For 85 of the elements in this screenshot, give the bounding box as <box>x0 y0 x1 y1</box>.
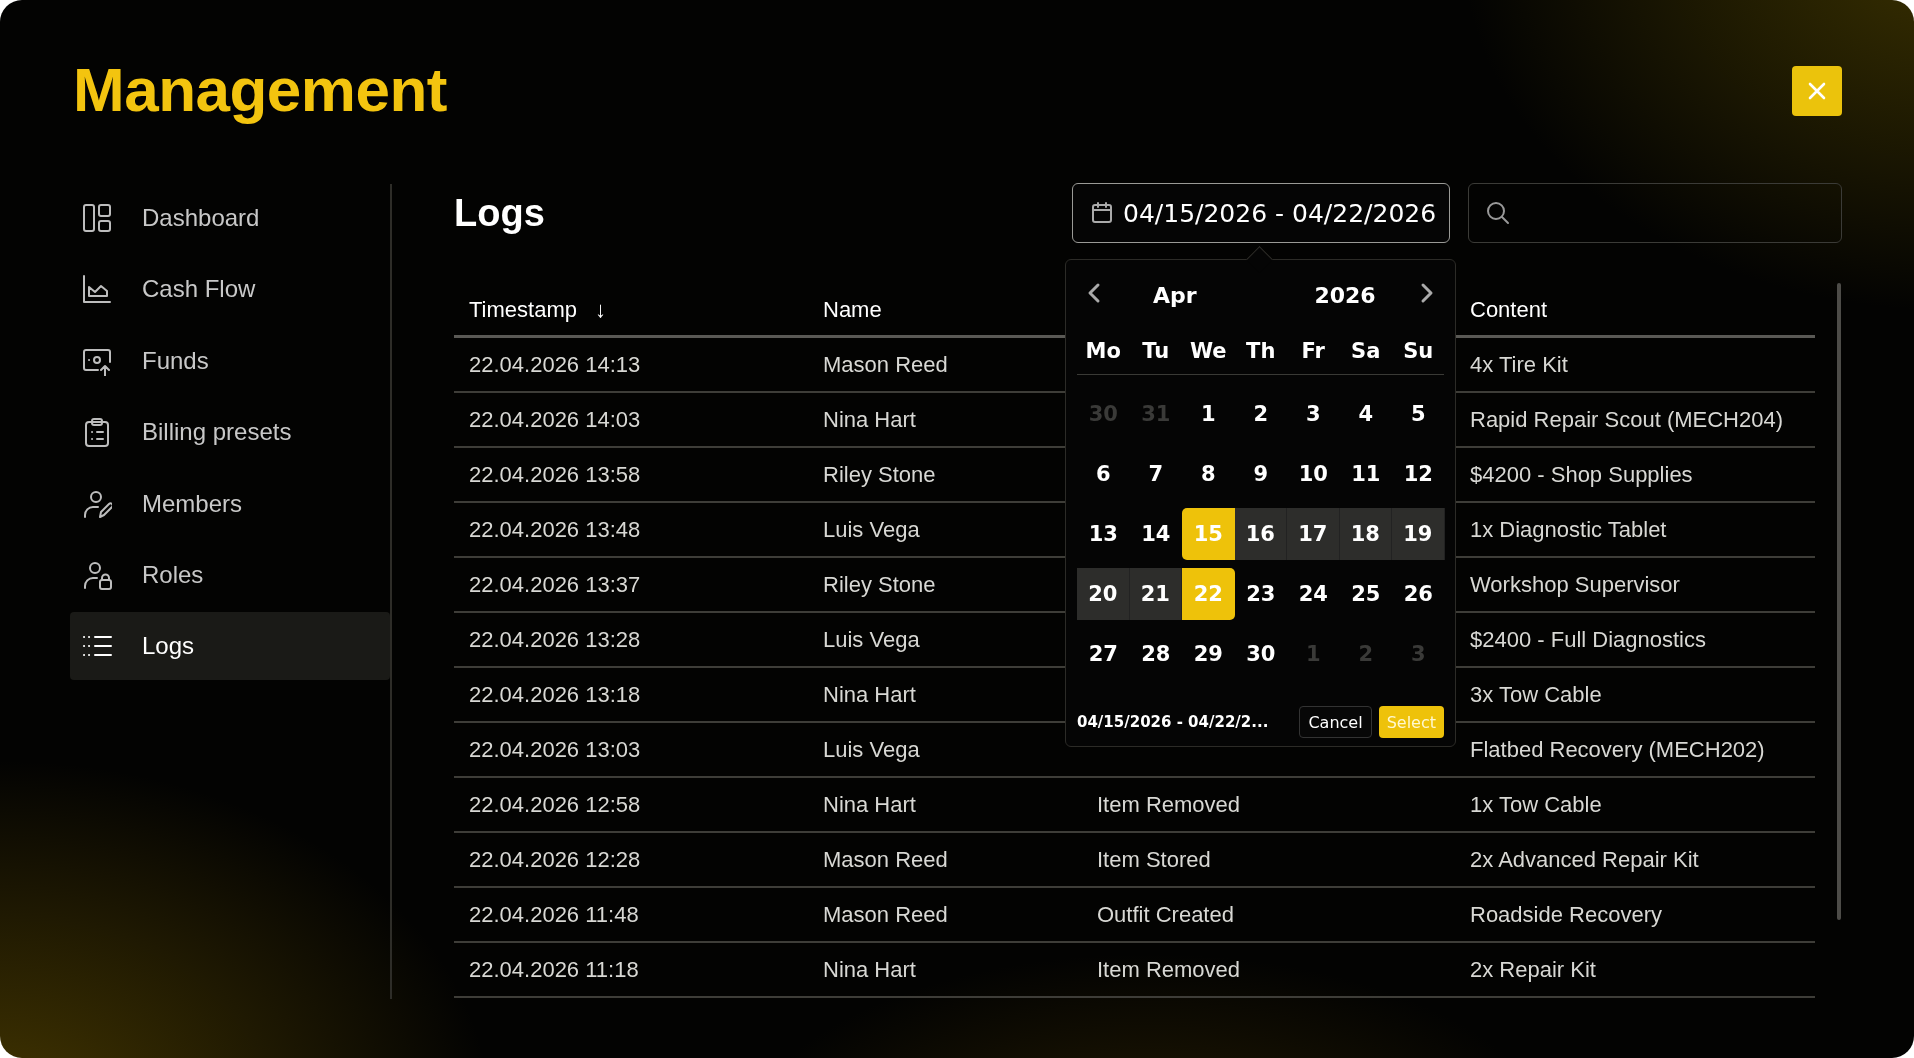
chevron-right-icon <box>1420 281 1434 304</box>
year-label[interactable]: 2026 <box>1275 282 1415 308</box>
table-cell: Outfit Created <box>1082 887 1455 942</box>
user-edit-icon <box>82 488 112 519</box>
table-cell: 22.04.2026 14:03 <box>454 392 808 447</box>
table-cell: 1x Tow Cable <box>1455 777 1815 832</box>
user-lock-icon <box>82 559 112 590</box>
calendar-day[interactable]: 10 <box>1287 448 1340 500</box>
table-cell: 22.04.2026 13:48 <box>454 502 808 557</box>
month-label[interactable]: Apr <box>1153 282 1273 308</box>
search-icon <box>1485 200 1511 226</box>
calendar-day[interactable]: 3 <box>1287 388 1340 440</box>
calendar-day[interactable]: 12 <box>1392 448 1445 500</box>
chart-icon <box>82 274 112 305</box>
clipboard-icon <box>82 417 112 448</box>
table-cell: Item Removed <box>1082 777 1455 832</box>
weekday-label: Th <box>1246 339 1276 363</box>
table-cell: 22.04.2026 14:13 <box>454 336 808 392</box>
calendar-day[interactable]: 17 <box>1287 508 1340 560</box>
table-cell: 22.04.2026 12:58 <box>454 777 808 832</box>
table-cell: Nina Hart <box>808 777 1082 832</box>
table-cell: Roadside Recovery <box>1455 887 1815 942</box>
weekday-label: Fr <box>1301 339 1325 363</box>
column-header[interactable]: Name <box>823 297 882 322</box>
calendar-day[interactable]: 19 <box>1392 508 1445 560</box>
table-cell: Mason Reed <box>808 887 1082 942</box>
table-cell: 22.04.2026 13:37 <box>454 557 808 612</box>
sidebar-item[interactable]: Funds <box>70 326 390 395</box>
table-cell: 2x Advanced Repair Kit <box>1455 832 1815 887</box>
sidebar-item[interactable]: Billing presets <box>70 398 390 467</box>
search-field[interactable] <box>1468 183 1842 243</box>
app-title: Management <box>73 54 447 126</box>
layout-icon <box>82 203 112 233</box>
page-heading: Logs <box>454 191 546 235</box>
calendar-day[interactable]: 20 <box>1077 568 1130 620</box>
weekday-label: Tu <box>1142 339 1170 363</box>
calendar-day[interactable]: 28 <box>1129 628 1182 680</box>
calendar-day[interactable]: 16 <box>1234 508 1287 560</box>
calendar-day[interactable]: 5 <box>1392 388 1445 440</box>
weekday-label: We <box>1189 339 1227 363</box>
close-icon <box>1806 80 1828 102</box>
calendar-day[interactable]: 21 <box>1129 568 1182 620</box>
table-cell: 22.04.2026 12:28 <box>454 832 808 887</box>
weekday-label: Mo <box>1085 339 1121 363</box>
table-cell: Mason Reed <box>808 832 1082 887</box>
calendar-day[interactable]: 7 <box>1129 448 1182 500</box>
table-cell: 22.04.2026 11:18 <box>454 942 808 997</box>
calendar-day[interactable]: 29 <box>1182 628 1235 680</box>
calendar-day[interactable]: 4 <box>1339 388 1392 440</box>
calendar-day[interactable]: 11 <box>1339 448 1392 500</box>
close-button[interactable] <box>1792 66 1842 116</box>
cancel-button[interactable]: Cancel <box>1299 706 1372 738</box>
sidebar-item[interactable]: Dashboard <box>70 184 390 252</box>
scrollbar[interactable] <box>1837 283 1841 920</box>
sidebar-item[interactable]: Members <box>70 469 390 538</box>
column-header[interactable]: Timestamp ↓ <box>454 285 808 337</box>
calendar-day[interactable]: 26 <box>1392 568 1445 620</box>
sidebar-item[interactable]: Cash Flow <box>70 255 390 324</box>
calendar-day[interactable]: 25 <box>1339 568 1392 620</box>
calendar-day[interactable]: 18 <box>1339 508 1392 560</box>
date-range-field[interactable]: 04/15/2026 - 04/22/2026 <box>1072 183 1450 243</box>
calendar-day[interactable]: 2 <box>1234 388 1287 440</box>
chevron-left-icon <box>1087 281 1101 304</box>
table-cell: Item Removed <box>1082 942 1455 997</box>
table-cell: Flatbed Recovery (MECH202) <box>1455 722 1815 777</box>
table-cell: Item Stored <box>1082 832 1455 887</box>
sidebar-item[interactable]: Roles <box>70 540 390 609</box>
calendar-day[interactable]: 23 <box>1234 568 1287 620</box>
weekday-label: Sa <box>1351 339 1381 363</box>
table-cell: 2x Repair Kit <box>1455 942 1815 997</box>
table-cell: 22.04.2026 13:18 <box>454 667 808 722</box>
calendar-day[interactable]: 24 <box>1287 568 1340 620</box>
table-cell: Nina Hart <box>808 942 1082 997</box>
table-cell: 22.04.2026 13:58 <box>454 447 808 502</box>
table-cell: 22.04.2026 11:48 <box>454 887 808 942</box>
table-cell: 22.04.2026 13:28 <box>454 612 808 667</box>
table-cell: 22.04.2026 13:03 <box>454 722 808 777</box>
sidebar-item[interactable]: Logs <box>70 612 390 681</box>
weekday-label: Su <box>1403 339 1434 363</box>
calendar-day[interactable]: 8 <box>1182 448 1235 500</box>
calendar-day[interactable]: 9 <box>1234 448 1287 500</box>
calendar-day[interactable]: 30 <box>1234 628 1287 680</box>
calendar-day[interactable]: 14 <box>1129 508 1182 560</box>
calendar-icon <box>1091 202 1113 224</box>
calendar-day[interactable]: 1 <box>1182 388 1235 440</box>
